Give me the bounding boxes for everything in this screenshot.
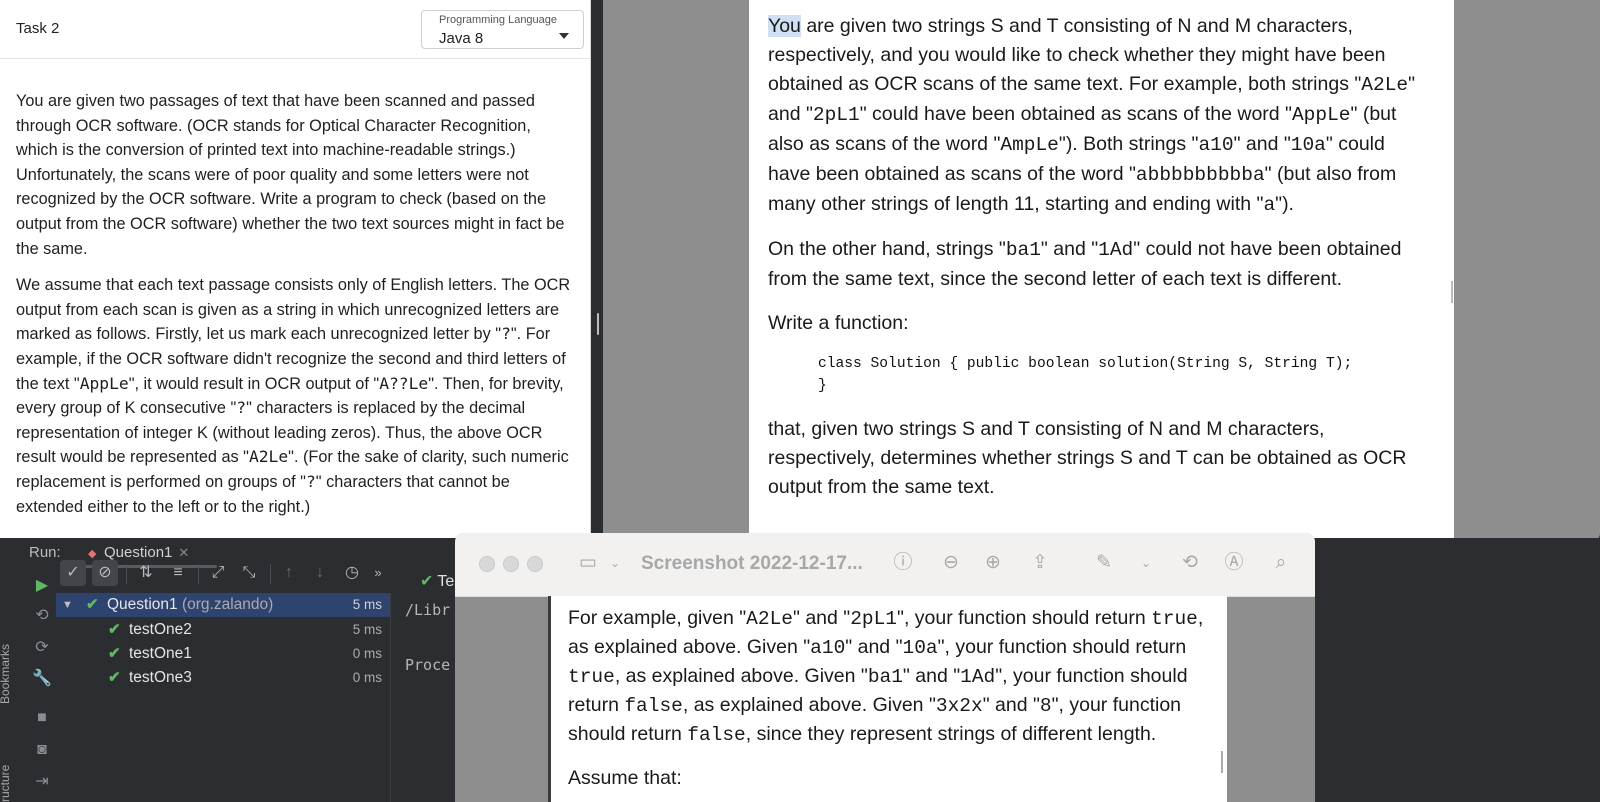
language-value: Java 8 [439, 30, 484, 47]
markup-icon[interactable]: ✎ [1091, 550, 1117, 576]
collapse-all-icon[interactable]: ⤡ [236, 560, 262, 586]
rotate-icon[interactable]: ⟲ [1177, 550, 1203, 576]
run-tool-column: ▶ ⟲ ⟳ 🔧 ■ ◙ ⇥ [26, 576, 56, 802]
code-line-1: class Solution { public boolean solution… [818, 356, 1353, 372]
test-package: (org.zalando) [177, 596, 274, 613]
annotate-icon[interactable]: Ⓐ [1221, 550, 1247, 576]
preview-scroll-handle[interactable] [1221, 751, 1223, 773]
test-name: Question1 [107, 596, 178, 613]
preview-titlebar: ▭ ⌄ Screenshot 2022-12-17... ⓘ ⊖ ⊕ ⇪ ✎ ⌄… [455, 533, 1315, 597]
check-icon: ✔ [420, 573, 434, 590]
rerun-failed-icon[interactable]: ⟲ [32, 606, 52, 626]
test-duration: 0 ms [352, 646, 382, 661]
pane-splitter-handle[interactable] [597, 313, 599, 335]
toggle-auto-test-icon[interactable]: ⟳ [32, 638, 52, 658]
close-icon[interactable]: ✕ [178, 545, 189, 560]
next-failed-icon[interactable]: ↓ [307, 560, 333, 586]
test-suite-row[interactable]: ▼ ✔ Question1 (org.zalando) 5 ms [56, 593, 390, 617]
preview-window: ▭ ⌄ Screenshot 2022-12-17... ⓘ ⊖ ⊕ ⇪ ✎ ⌄… [455, 533, 1315, 802]
rerun-icon[interactable]: ▶ [32, 576, 52, 596]
show-passed-icon[interactable]: ✓ [60, 560, 86, 586]
test-name: testOne2 [129, 621, 192, 638]
stop-icon[interactable]: ■ [32, 708, 52, 728]
camera-icon[interactable]: ◙ [32, 740, 52, 760]
code-line-2: } [818, 378, 827, 394]
document-page: You are given two strings S and T consis… [749, 0, 1454, 543]
task-header: Task 2 Programming Language Java 8 [0, 0, 590, 59]
check-icon: ✔ [108, 621, 121, 638]
test-duration: 0 ms [352, 670, 382, 685]
preview-title: Screenshot 2022-12-17... [641, 553, 863, 574]
test-row[interactable]: ✔ testOne1 0 ms [56, 642, 390, 666]
console-output[interactable]: /Libr Proce [390, 593, 461, 802]
run-tab-question1[interactable]: ◆ Question1 ✕ [88, 544, 189, 561]
document-content: You are given two strings S and T consis… [768, 12, 1428, 517]
test-tree: ▼ ✔ Question1 (org.zalando) 5 ms ✔ testO… [56, 593, 390, 802]
wrench-icon[interactable]: 🔧 [32, 669, 52, 689]
language-select[interactable]: Programming Language Java 8 [421, 10, 584, 49]
minimize-window-button[interactable] [503, 556, 519, 572]
prev-failed-icon[interactable]: ↑ [276, 560, 302, 586]
side-tool-strip: Bookmarks ructure [0, 576, 22, 802]
preview-content: For example, given "A2Le" and "2pL1", yo… [568, 604, 1208, 802]
run-label: Run: [29, 544, 61, 561]
chevron-down-icon[interactable]: ⌄ [602, 550, 628, 576]
check-icon: ✔ [86, 596, 99, 613]
chevron-down-icon[interactable]: ⌄ [1133, 550, 1159, 576]
show-ignored-icon[interactable]: ⊘ [92, 560, 118, 586]
check-icon: ✔ [108, 669, 121, 686]
doc-paragraph-4: that, given two strings S and T consisti… [768, 418, 1407, 498]
sidebar-icon[interactable]: ▭ [575, 550, 601, 576]
doc-paragraph-2: On the other hand, strings "ba1" and "1A… [768, 238, 1402, 290]
run-config-icon: ◆ [88, 548, 97, 560]
share-icon[interactable]: ⇪ [1027, 550, 1053, 576]
test-name: testOne1 [129, 645, 192, 662]
task-paragraph-2: We assume that each text passage consist… [16, 276, 571, 516]
zoom-out-icon[interactable]: ⊖ [938, 550, 964, 576]
toolbar-separator [270, 564, 271, 584]
doc-paragraph-3: Write a function: [768, 312, 909, 334]
chevron-down-icon[interactable]: ▼ [62, 593, 73, 617]
preview-paragraph-2: Assume that: [568, 767, 682, 789]
console-process-line: Proce [405, 656, 451, 674]
zoom-in-icon[interactable]: ⊕ [980, 550, 1006, 576]
test-name: testOne3 [129, 669, 192, 686]
run-tab-label: Question1 [104, 544, 173, 561]
exit-icon[interactable]: ⇥ [32, 772, 52, 792]
zoom-window-button[interactable] [527, 556, 543, 572]
test-row[interactable]: ✔ testOne2 5 ms [56, 618, 390, 642]
toolbar-separator [198, 564, 199, 584]
selected-text[interactable]: You [768, 15, 801, 37]
chevron-down-icon[interactable] [559, 33, 569, 39]
console-path-line: /Libr [405, 601, 451, 619]
expand-all-icon[interactable]: ⤢ [205, 560, 231, 586]
doc-paragraph-1: You are given two strings S and T consis… [768, 15, 1416, 216]
check-icon: ✔ [108, 645, 121, 662]
language-caption: Programming Language [439, 14, 558, 26]
task-paragraph-1: You are given two passages of text that … [16, 92, 565, 258]
info-icon[interactable]: ⓘ [890, 550, 916, 576]
task-pane: Task 2 Programming Language Java 8 You a… [0, 0, 591, 538]
search-icon[interactable]: ⌕ [1268, 550, 1294, 576]
task-title: Task 2 [16, 20, 60, 37]
sort-duration-icon[interactable]: ≡ [165, 560, 191, 586]
sort-alpha-icon[interactable]: ⇅ [133, 560, 159, 586]
toolbar-separator [126, 564, 127, 584]
preview-paragraph-1: For example, given "A2Le" and "2pL1", yo… [568, 607, 1204, 746]
more-icon[interactable]: » [365, 560, 391, 586]
task-description: You are given two passages of text that … [0, 59, 590, 519]
test-duration: 5 ms [352, 622, 382, 637]
test-duration: 5 ms [352, 597, 382, 612]
document-scroll-handle[interactable] [1451, 281, 1453, 303]
bookmarks-tab[interactable]: Bookmarks [0, 644, 12, 704]
test-row[interactable]: ✔ testOne3 0 ms [56, 666, 390, 690]
close-window-button[interactable] [479, 556, 495, 572]
history-icon[interactable]: ◷ [339, 560, 365, 586]
structure-tab[interactable]: ructure [0, 765, 12, 802]
preview-page: For example, given "A2Le" and "2pL1", yo… [548, 596, 1227, 802]
code-block: class Solution { public boolean solution… [818, 353, 1428, 397]
document-window: You are given two strings S and T consis… [603, 0, 1600, 543]
